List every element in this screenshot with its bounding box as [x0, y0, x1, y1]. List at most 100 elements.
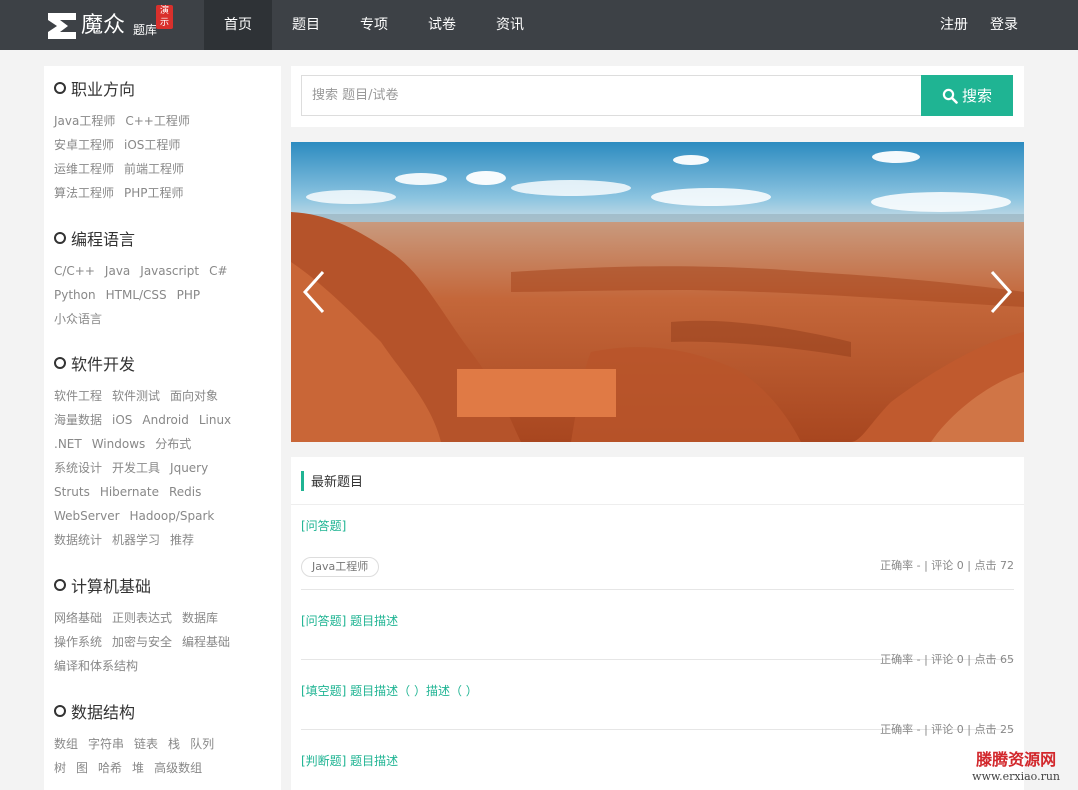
tag-link[interactable]: 图	[76, 756, 88, 780]
search-button[interactable]: 搜索	[921, 75, 1013, 116]
search-icon	[942, 88, 958, 104]
tag-link[interactable]: 加密与安全	[112, 630, 172, 654]
tag-link[interactable]: 分布式	[155, 432, 191, 456]
nav-item-questions[interactable]: 题目	[272, 0, 340, 50]
tag-link[interactable]: 小众语言	[54, 307, 102, 331]
category-cs-basics: 计算机基础 网络基础 正则表达式 数据库 操作系统 加密与安全 编程基础 编译和体系结构	[54, 574, 264, 678]
tag-link[interactable]: Java	[105, 259, 130, 283]
tag-link[interactable]: PHP工程师	[124, 181, 184, 205]
search-input[interactable]	[301, 75, 921, 116]
tag-link[interactable]: Javascript	[140, 259, 199, 283]
nav-item-topics[interactable]: 专项	[340, 0, 408, 50]
tag-link[interactable]: C++工程师	[125, 109, 190, 133]
question-title-link[interactable]: [判断题] 题目描述	[301, 752, 1014, 769]
tag-link[interactable]: 高级数组	[154, 756, 202, 780]
tag-link[interactable]: 面向对象	[170, 384, 218, 408]
watermark-title: 滕腾资源网	[976, 750, 1057, 769]
category-title: 编程语言	[71, 230, 136, 249]
tag-link[interactable]: C#	[209, 259, 227, 283]
auth-links: 注册 登录	[940, 0, 1018, 50]
login-link[interactable]: 登录	[990, 0, 1018, 50]
tag-link[interactable]: 正则表达式	[112, 606, 172, 630]
tag-link[interactable]: Hadoop/Spark	[130, 504, 215, 528]
category-tags: 软件工程 软件测试 面向对象 海量数据 iOS Android Linux .NET Win…	[54, 384, 264, 552]
banner-next-arrow-icon[interactable]	[986, 268, 1016, 316]
category-title: 计算机基础	[71, 577, 152, 596]
tag-link[interactable]: Windows	[92, 432, 146, 456]
tag-link[interactable]: 数组	[54, 732, 78, 756]
tag-link[interactable]: Python	[54, 283, 96, 307]
logo-icon	[48, 13, 76, 39]
tag-link[interactable]: C/C++	[54, 259, 95, 283]
category-title: 职业方向	[71, 80, 136, 99]
tag-link[interactable]: 推荐	[170, 528, 194, 552]
question-tag[interactable]: Java工程师	[301, 557, 380, 577]
panel-title: 最新题目	[311, 475, 364, 490]
tag-link[interactable]: 算法工程师	[54, 181, 114, 205]
tag-link[interactable]: 安卓工程师	[54, 133, 114, 157]
question-stats: 正确率 - | 评论 0 | 点击 65	[880, 653, 1014, 666]
category-tags: Java工程师 C++工程师 安卓工程师 iOS工程师 运维工程师 前端工程师 算法工…	[54, 109, 264, 205]
category-tags: C/C++ Java Javascript C# Python HTML/CSS PHP …	[54, 259, 264, 331]
watermark-url: www.erxiao.run	[972, 770, 1060, 783]
divider	[301, 589, 1014, 590]
tag-link[interactable]: 哈希	[98, 756, 122, 780]
category-tags: 数组 字符串 链表栈队列 树图哈希堆高级数组	[54, 732, 264, 780]
tag-link[interactable]: Hibernate	[100, 480, 159, 504]
register-link[interactable]: 注册	[940, 0, 968, 50]
logo[interactable]: 魔众 题库 演示	[46, 5, 174, 41]
category-data-structures: 数据结构 数组 字符串 链表栈队列 树图哈希堆高级数组	[54, 700, 264, 780]
tag-link[interactable]: 栈	[168, 732, 180, 756]
tag-link[interactable]: iOS	[112, 408, 132, 432]
tag-link[interactable]: Redis	[169, 480, 201, 504]
banner-carousel[interactable]	[291, 142, 1024, 442]
tag-link[interactable]: 软件工程	[54, 384, 102, 408]
question-item: [问答题] 题目描述	[301, 612, 1014, 629]
circle-icon	[54, 357, 66, 369]
tag-link[interactable]: 队列	[190, 732, 214, 756]
question-title-link[interactable]: [填空题] 题目描述（ ）描述（ ）	[301, 682, 1014, 699]
nav-item-home[interactable]: 首页	[204, 0, 272, 50]
tag-link[interactable]: 字符串	[88, 732, 124, 756]
tag-link[interactable]: 操作系统	[54, 630, 102, 654]
banner-caption-box	[457, 369, 616, 417]
category-tags: 网络基础 正则表达式 数据库 操作系统 加密与安全 编程基础 编译和体系结构	[54, 606, 264, 678]
tag-link[interactable]: 前端工程师	[124, 157, 184, 181]
tag-link[interactable]: .NET	[54, 432, 82, 456]
demo-badge: 演示	[156, 5, 174, 29]
tag-link[interactable]: WebServer	[54, 504, 120, 528]
question-title-link[interactable]: [问答题]	[301, 517, 1014, 534]
tag-link[interactable]: 系统设计	[54, 456, 102, 480]
tag-link[interactable]: 编译和体系结构	[54, 654, 138, 678]
question-title-link[interactable]: [问答题] 题目描述	[301, 612, 1014, 629]
nav-item-papers[interactable]: 试卷	[408, 0, 476, 50]
tag-link[interactable]: 软件测试	[112, 384, 160, 408]
tag-link[interactable]: 海量数据	[54, 408, 102, 432]
accent-bar	[301, 470, 304, 491]
tag-link[interactable]: Linux	[199, 408, 231, 432]
tag-link[interactable]: 树	[54, 756, 66, 780]
tag-link[interactable]: 编程基础	[182, 630, 230, 654]
tag-link[interactable]: HTML/CSS	[106, 283, 167, 307]
tag-link[interactable]: PHP	[177, 283, 201, 307]
tag-link[interactable]: Struts	[54, 480, 90, 504]
search-button-label: 搜索	[961, 87, 992, 105]
tag-link[interactable]: 机器学习	[112, 528, 160, 552]
nav-item-news[interactable]: 资讯	[476, 0, 544, 50]
tag-link[interactable]: Java工程师	[54, 109, 115, 133]
circle-icon	[54, 705, 66, 717]
tag-link[interactable]: 数据统计	[54, 528, 102, 552]
tag-link[interactable]: 数据库	[182, 606, 218, 630]
question-item: [填空题] 题目描述（ ）描述（ ）	[301, 682, 1014, 699]
main-nav: 首页 题目 专项 试卷 资讯	[204, 0, 544, 50]
tag-link[interactable]: 网络基础	[54, 606, 102, 630]
tag-link[interactable]: 链表	[134, 732, 158, 756]
tag-link[interactable]: iOS工程师	[124, 133, 180, 157]
tag-link[interactable]: Jquery	[170, 456, 208, 480]
tag-link[interactable]: 堆	[132, 756, 144, 780]
tag-link[interactable]: Android	[142, 408, 188, 432]
tag-link[interactable]: 开发工具	[112, 456, 160, 480]
tag-link[interactable]: 运维工程师	[54, 157, 114, 181]
banner-prev-arrow-icon[interactable]	[299, 268, 329, 316]
question-item-footer: Java工程师 正确率 - | 评论 0 | 点击 72	[301, 555, 1014, 577]
